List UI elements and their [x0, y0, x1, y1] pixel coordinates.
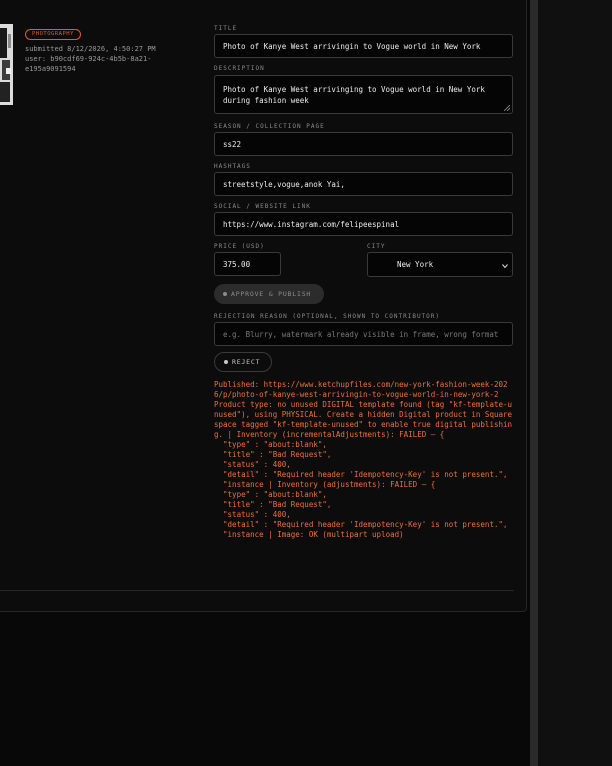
rejection-reason-input[interactable]: e.g. Blurry, watermark already visible i… — [214, 322, 513, 346]
rejection-reason-label: REJECTION REASON (OPTIONAL, SHOWN TO CON… — [214, 313, 441, 320]
hashtags-label: HASHTAGS — [214, 163, 251, 170]
reject-button[interactable]: REJECT — [214, 352, 272, 372]
city-selected-value: New York — [397, 260, 434, 269]
description-label: DESCRIPTION — [214, 65, 265, 72]
hashtags-input[interactable]: streetstyle,vogue,anok Yai, — [214, 172, 513, 196]
season-input[interactable]: ss22 — [214, 132, 513, 156]
reject-label: REJECT — [232, 358, 261, 366]
price-input[interactable]: 375.00 — [214, 252, 281, 276]
social-link-label: SOCIAL / WEBSITE LINK — [214, 203, 311, 210]
submitted-timestamp: submitted 8/12/2026, 4:50:27 PM — [25, 45, 156, 53]
publish-log: Published: https://www.ketchupfiles.com/… — [214, 380, 513, 539]
title-input[interactable]: Photo of Kanye West arrivingin to Vogue … — [214, 34, 513, 58]
social-link-input[interactable]: https://www.instagram.com/felipeespinal — [214, 212, 513, 236]
review-panel: PHOTOGRAPHY submitted 8/12/2026, 4:50:27… — [0, 0, 527, 612]
dot-icon — [223, 292, 227, 296]
approve-publish-label: APPROVE & PUBLISH — [231, 290, 312, 298]
price-label: PRICE (USD) — [214, 243, 265, 250]
resize-handle-icon[interactable] — [504, 105, 510, 111]
description-textarea[interactable]: Photo of Kanye West arrivinging to Vogue… — [214, 75, 513, 114]
submission-thumbnail[interactable] — [0, 24, 13, 105]
season-label: SEASON / COLLECTION PAGE — [214, 123, 325, 130]
approve-publish-button[interactable]: APPROVE & PUBLISH — [214, 284, 324, 304]
description-text: Photo of Kanye West arrivinging to Vogue… — [223, 85, 485, 105]
title-label: TITLE — [214, 25, 238, 32]
category-badge: PHOTOGRAPHY — [25, 29, 81, 40]
side-area — [538, 0, 612, 766]
divider — [0, 590, 514, 591]
submitter-user-id: user: b90cdf69-924c-4b5b-8a21-e195a90915… — [25, 55, 152, 73]
city-label: CITY — [367, 243, 386, 250]
city-select[interactable]: New York — [367, 252, 513, 277]
chevron-down-icon — [502, 264, 508, 269]
dot-icon — [224, 360, 228, 364]
scrollbar-track[interactable] — [530, 0, 538, 766]
